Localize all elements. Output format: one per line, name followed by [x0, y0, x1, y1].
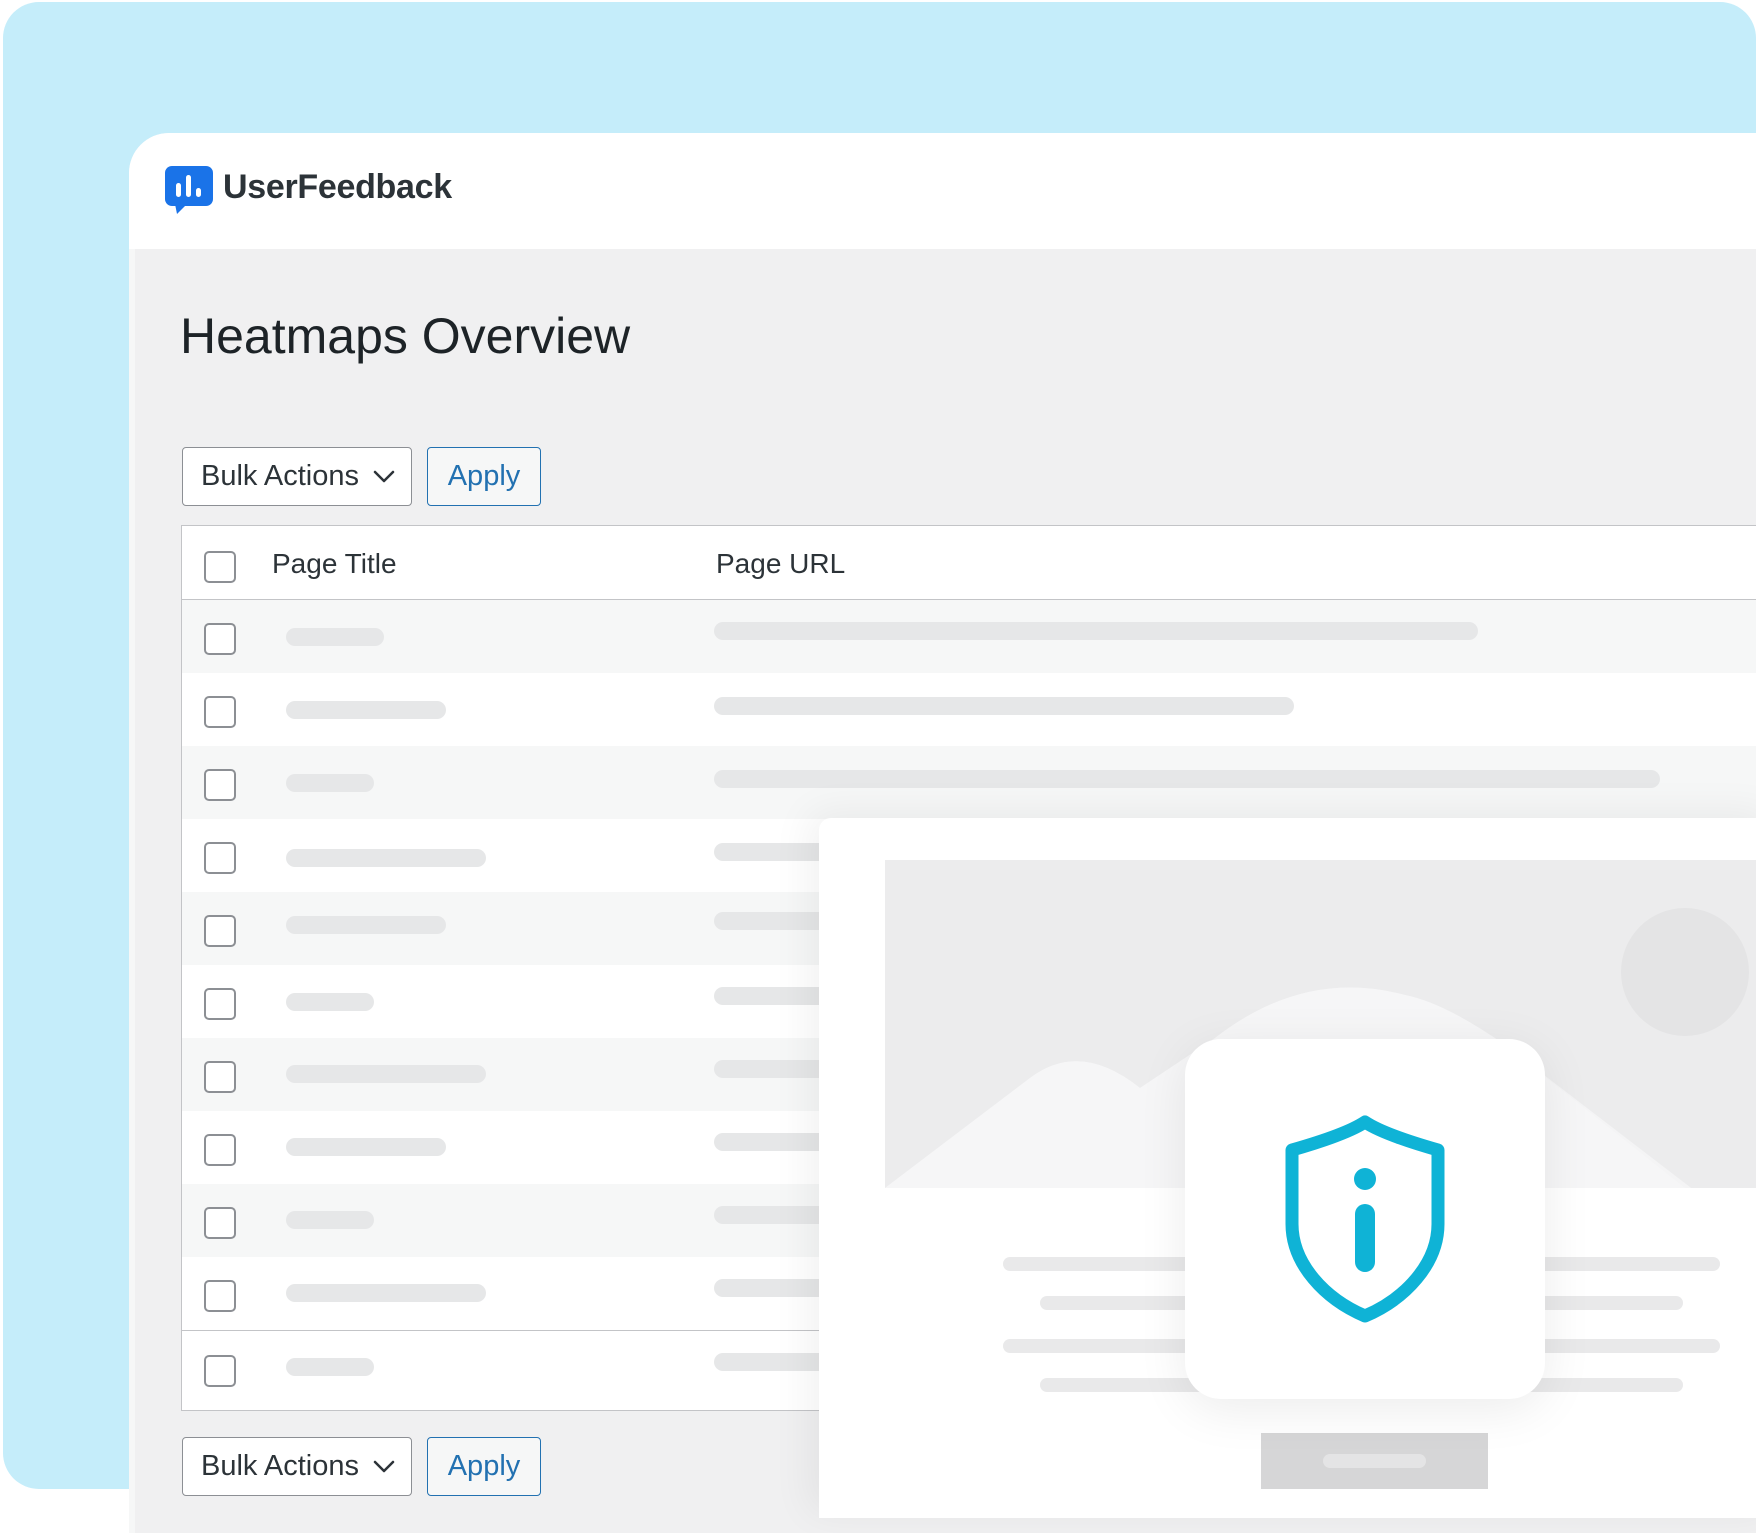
- column-header-page-url[interactable]: Page URL: [716, 548, 845, 580]
- url-placeholder: [714, 1060, 834, 1078]
- url-placeholder: [714, 1353, 834, 1371]
- row-checkbox[interactable]: [204, 915, 236, 947]
- row-checkbox[interactable]: [204, 769, 236, 801]
- userfeedback-logo-icon: [165, 166, 213, 214]
- privacy-badge-card: [1185, 1039, 1545, 1399]
- row-checkbox[interactable]: [204, 988, 236, 1020]
- row-checkbox[interactable]: [204, 1134, 236, 1166]
- row-checkbox[interactable]: [204, 1280, 236, 1312]
- title-placeholder: [286, 1138, 446, 1156]
- url-placeholder: [714, 622, 1478, 640]
- chevron-down-icon: [373, 470, 395, 483]
- title-placeholder: [286, 774, 374, 792]
- row-checkbox[interactable]: [204, 1207, 236, 1239]
- bulk-actions-label: Bulk Actions: [201, 460, 359, 492]
- top-bar: UserFeedback: [129, 133, 1756, 249]
- title-placeholder: [286, 916, 446, 934]
- title-placeholder: [286, 1211, 374, 1229]
- apply-button-bottom[interactable]: Apply: [427, 1437, 541, 1496]
- row-checkbox[interactable]: [204, 696, 236, 728]
- title-placeholder: [286, 1284, 486, 1302]
- row-checkbox[interactable]: [204, 842, 236, 874]
- bulk-actions-select-bottom[interactable]: Bulk Actions: [182, 1437, 412, 1496]
- url-placeholder: [714, 843, 834, 861]
- bulk-actions-select-top[interactable]: Bulk Actions: [182, 447, 412, 506]
- table-row[interactable]: [182, 746, 1756, 819]
- sidebar-edge: [129, 249, 135, 1533]
- title-placeholder: [286, 701, 446, 719]
- column-header-page-title[interactable]: Page Title: [272, 548, 397, 580]
- url-placeholder: [714, 1206, 834, 1224]
- url-placeholder: [714, 770, 1660, 788]
- url-placeholder: [714, 697, 1294, 715]
- title-placeholder: [286, 849, 486, 867]
- brand-name: UserFeedback: [223, 168, 452, 206]
- table-header: Page Title Page URL: [182, 526, 1756, 600]
- row-checkbox[interactable]: [204, 623, 236, 655]
- row-checkbox[interactable]: [204, 1355, 236, 1387]
- button-placeholder-label: [1323, 1454, 1426, 1468]
- url-placeholder: [714, 1133, 834, 1151]
- shield-info-icon: [1285, 1115, 1445, 1323]
- bulk-actions-label: Bulk Actions: [201, 1450, 359, 1482]
- title-placeholder: [286, 628, 384, 646]
- title-placeholder: [286, 1358, 374, 1376]
- title-placeholder: [286, 993, 374, 1011]
- table-row[interactable]: [182, 600, 1756, 673]
- chevron-down-icon: [373, 1460, 395, 1473]
- button-placeholder: [1261, 1433, 1488, 1489]
- select-all-checkbox[interactable]: [204, 551, 236, 583]
- page-title: Heatmaps Overview: [180, 308, 631, 364]
- table-row[interactable]: [182, 673, 1756, 746]
- url-placeholder: [714, 987, 834, 1005]
- row-checkbox[interactable]: [204, 1061, 236, 1093]
- title-placeholder: [286, 1065, 486, 1083]
- apply-button-top[interactable]: Apply: [427, 447, 541, 506]
- url-placeholder: [714, 1279, 834, 1297]
- url-placeholder: [714, 912, 834, 930]
